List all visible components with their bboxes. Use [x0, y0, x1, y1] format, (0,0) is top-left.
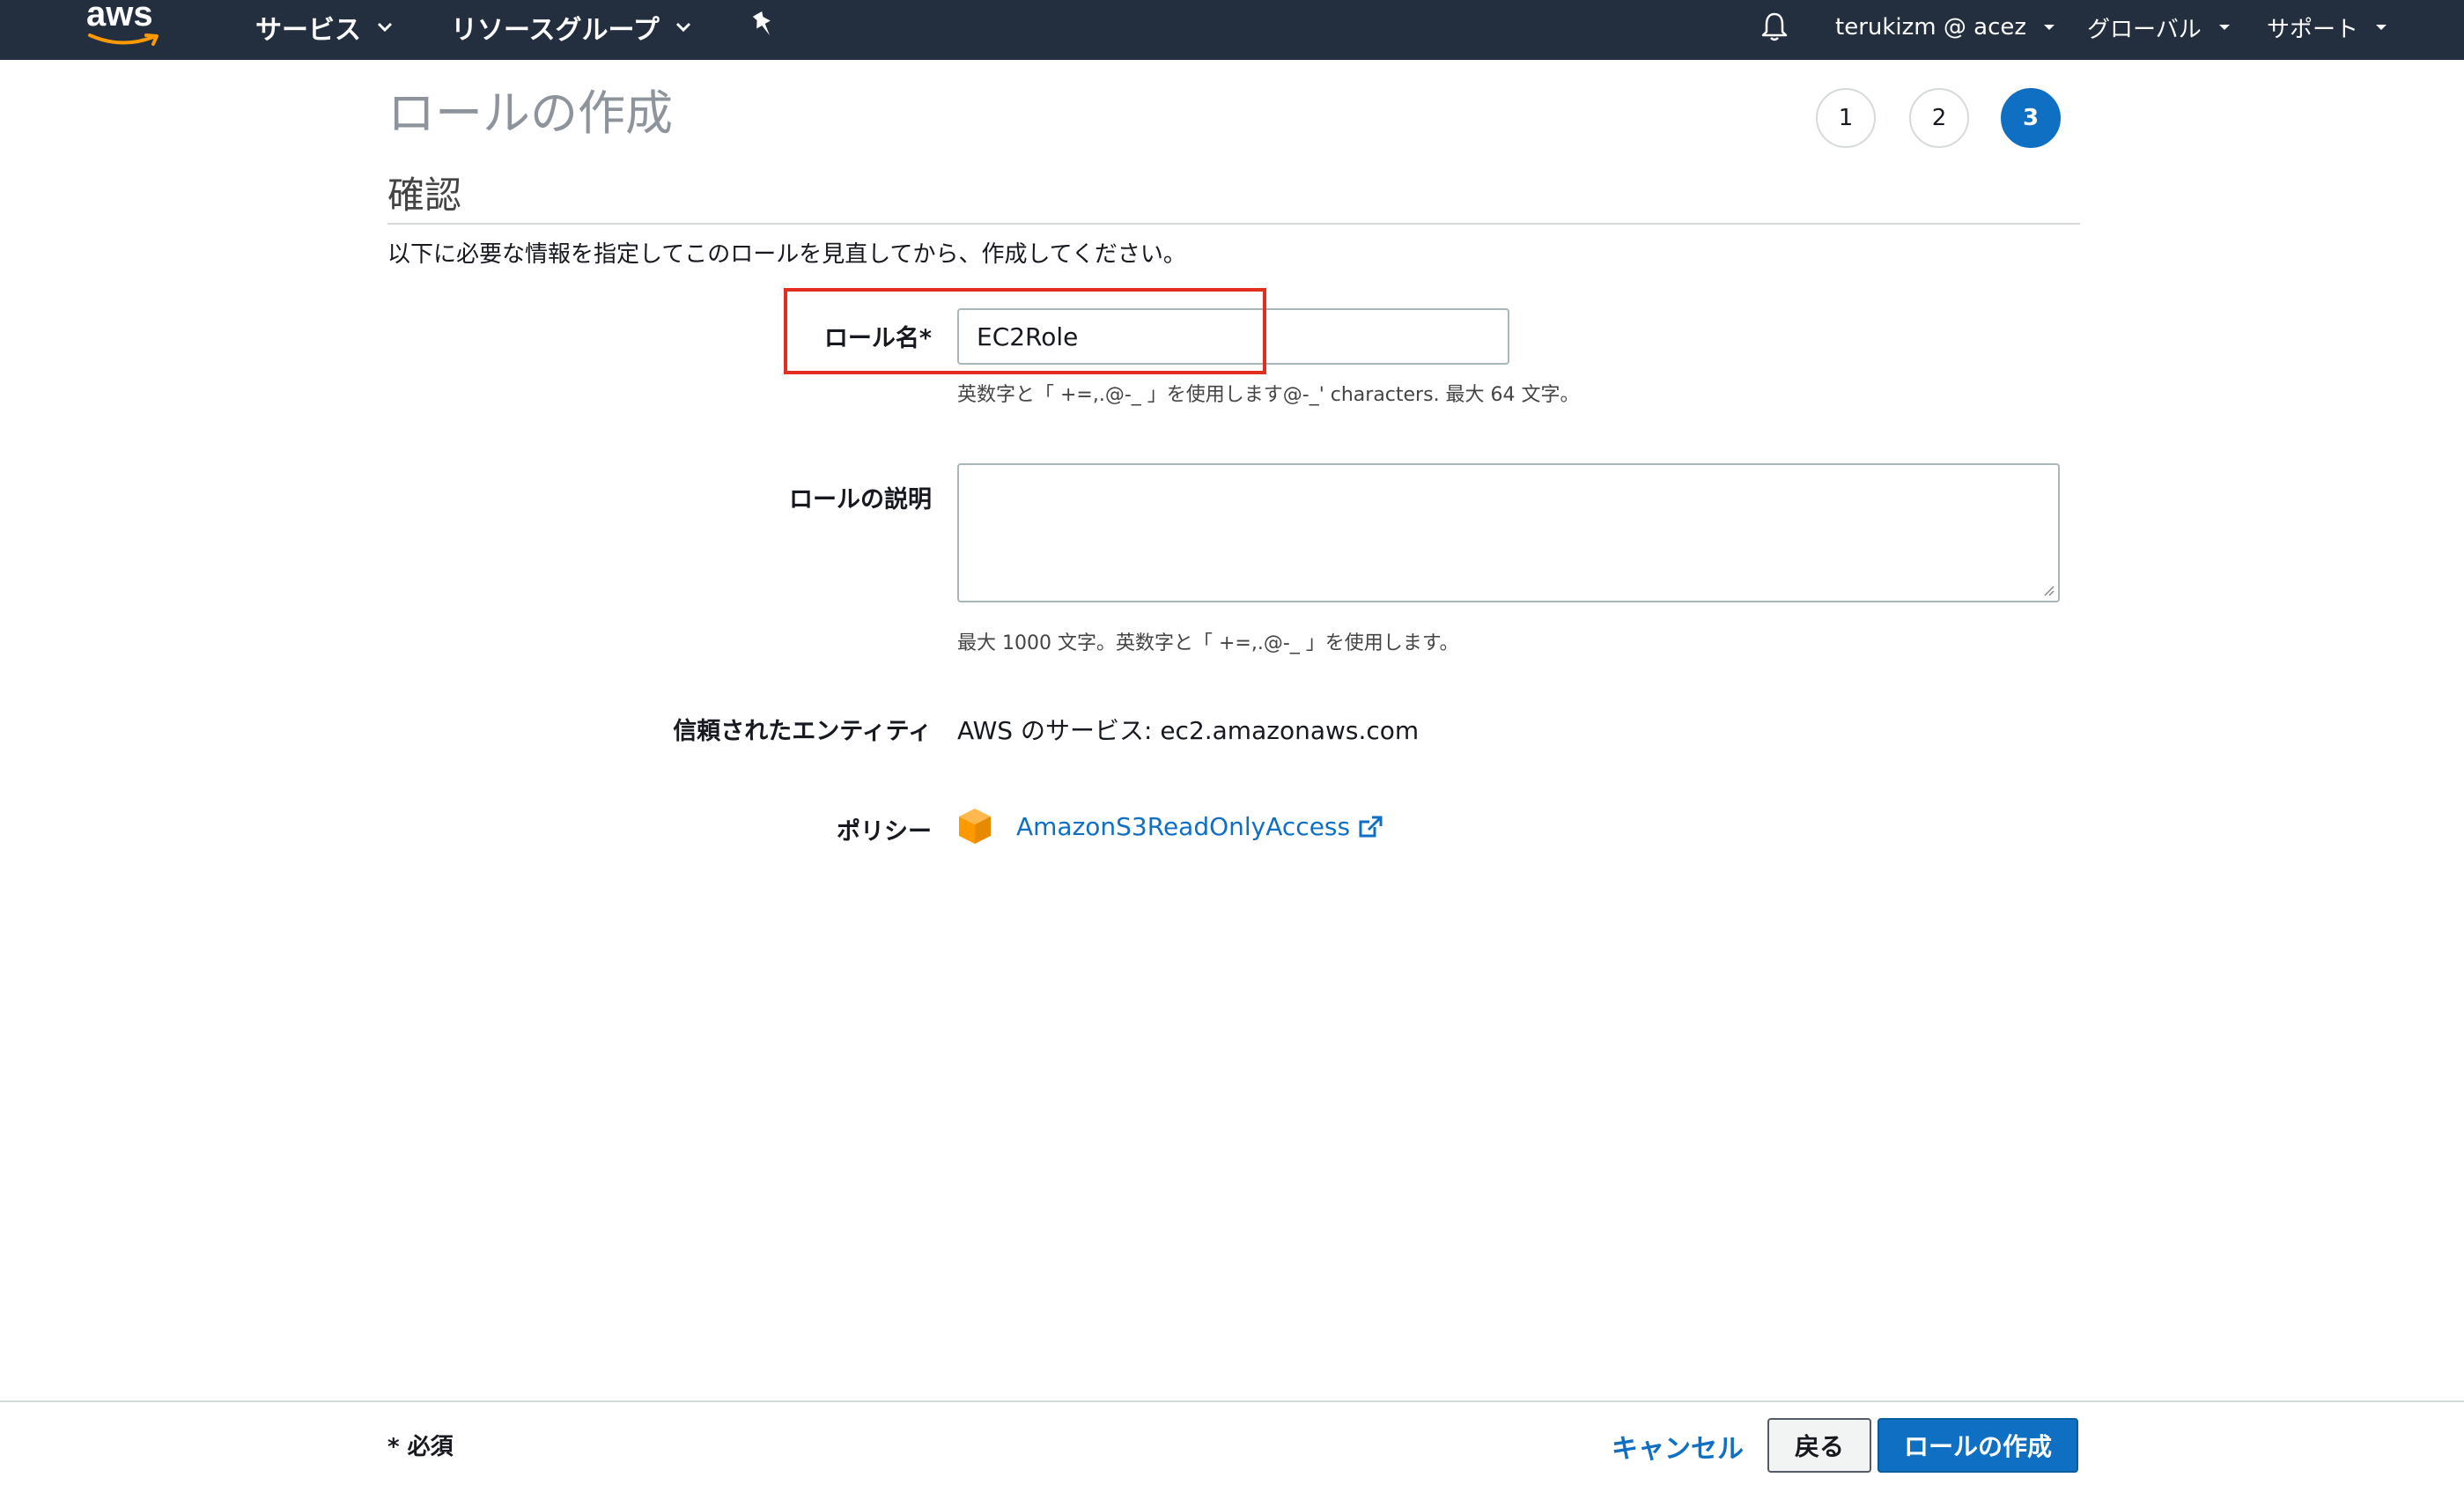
trusted-entity-label: 信頼されたエンティティ	[673, 718, 932, 745]
policy-link-label: AmazonS3ReadOnlyAccess	[1016, 812, 1351, 841]
external-link-icon	[1359, 816, 1383, 837]
annotation-highlight-box	[784, 288, 1266, 374]
caret-down-icon	[2217, 23, 2232, 32]
role-description-hint: 最大 1000 文字。英数字と「 +=,.@-_ 」を使用します。	[957, 632, 1459, 654]
section-title: 確認	[387, 174, 462, 217]
aws-logo-text: aws	[86, 0, 153, 33]
aws-logo[interactable]: aws	[86, 0, 162, 53]
aws-smile-icon	[88, 33, 159, 46]
section-divider	[387, 223, 2080, 225]
role-name-hint: 英数字と「 +=,.@-_ 」を使用します@-_' characters. 最大…	[957, 384, 1580, 406]
create-role-button[interactable]: ロールの作成	[1878, 1418, 2078, 1473]
region-menu-label: グローバル	[2087, 16, 2202, 43]
account-menu-label: terukizm @ acez	[1835, 14, 2027, 41]
intro-text: 以下に必要な情報を指定してこのロールを見直してから、作成してください。	[387, 241, 1186, 268]
resource-groups-menu[interactable]: リソースグループ	[451, 0, 691, 55]
pin-icon[interactable]	[750, 11, 777, 44]
footer-divider	[0, 1400, 2464, 1402]
caret-down-icon	[2374, 23, 2388, 32]
top-navigation-bar: aws サービス リソースグループ terukizm @ acez グローバル …	[0, 0, 2464, 60]
role-description-label: ロールの説明	[789, 486, 932, 513]
services-menu-label: サービス	[255, 15, 361, 46]
chevron-down-icon	[377, 22, 393, 33]
role-description-textarea[interactable]	[957, 463, 2060, 602]
resize-grip-icon[interactable]	[2041, 583, 2055, 601]
required-note: * 必須	[387, 1434, 454, 1460]
account-menu[interactable]: terukizm @ acez	[1835, 0, 2056, 55]
policy-label: ポリシー	[837, 818, 932, 846]
trusted-entity-value: AWS のサービス: ec2.amazonaws.com	[957, 716, 1420, 745]
back-button[interactable]: 戻る	[1767, 1418, 1871, 1473]
step-3-indicator: 3	[2001, 88, 2061, 148]
step-2-indicator[interactable]: 2	[1909, 88, 1969, 148]
support-menu-label: サポート	[2267, 16, 2359, 43]
resource-groups-menu-label: リソースグループ	[451, 15, 660, 46]
step-1-indicator[interactable]: 1	[1816, 88, 1876, 148]
page-title: ロールの作成	[387, 85, 673, 141]
region-menu[interactable]: グローバル	[2087, 0, 2232, 55]
policy-link[interactable]: AmazonS3ReadOnlyAccess	[1016, 812, 1383, 841]
cancel-button[interactable]: キャンセル	[1612, 1427, 1744, 1466]
support-menu[interactable]: サポート	[2267, 0, 2388, 55]
caret-down-icon	[2042, 23, 2056, 32]
notification-bell-icon[interactable]	[1759, 11, 1789, 46]
services-menu[interactable]: サービス	[255, 0, 393, 55]
chevron-down-icon	[675, 22, 691, 33]
aws-managed-policy-icon	[955, 807, 994, 849]
